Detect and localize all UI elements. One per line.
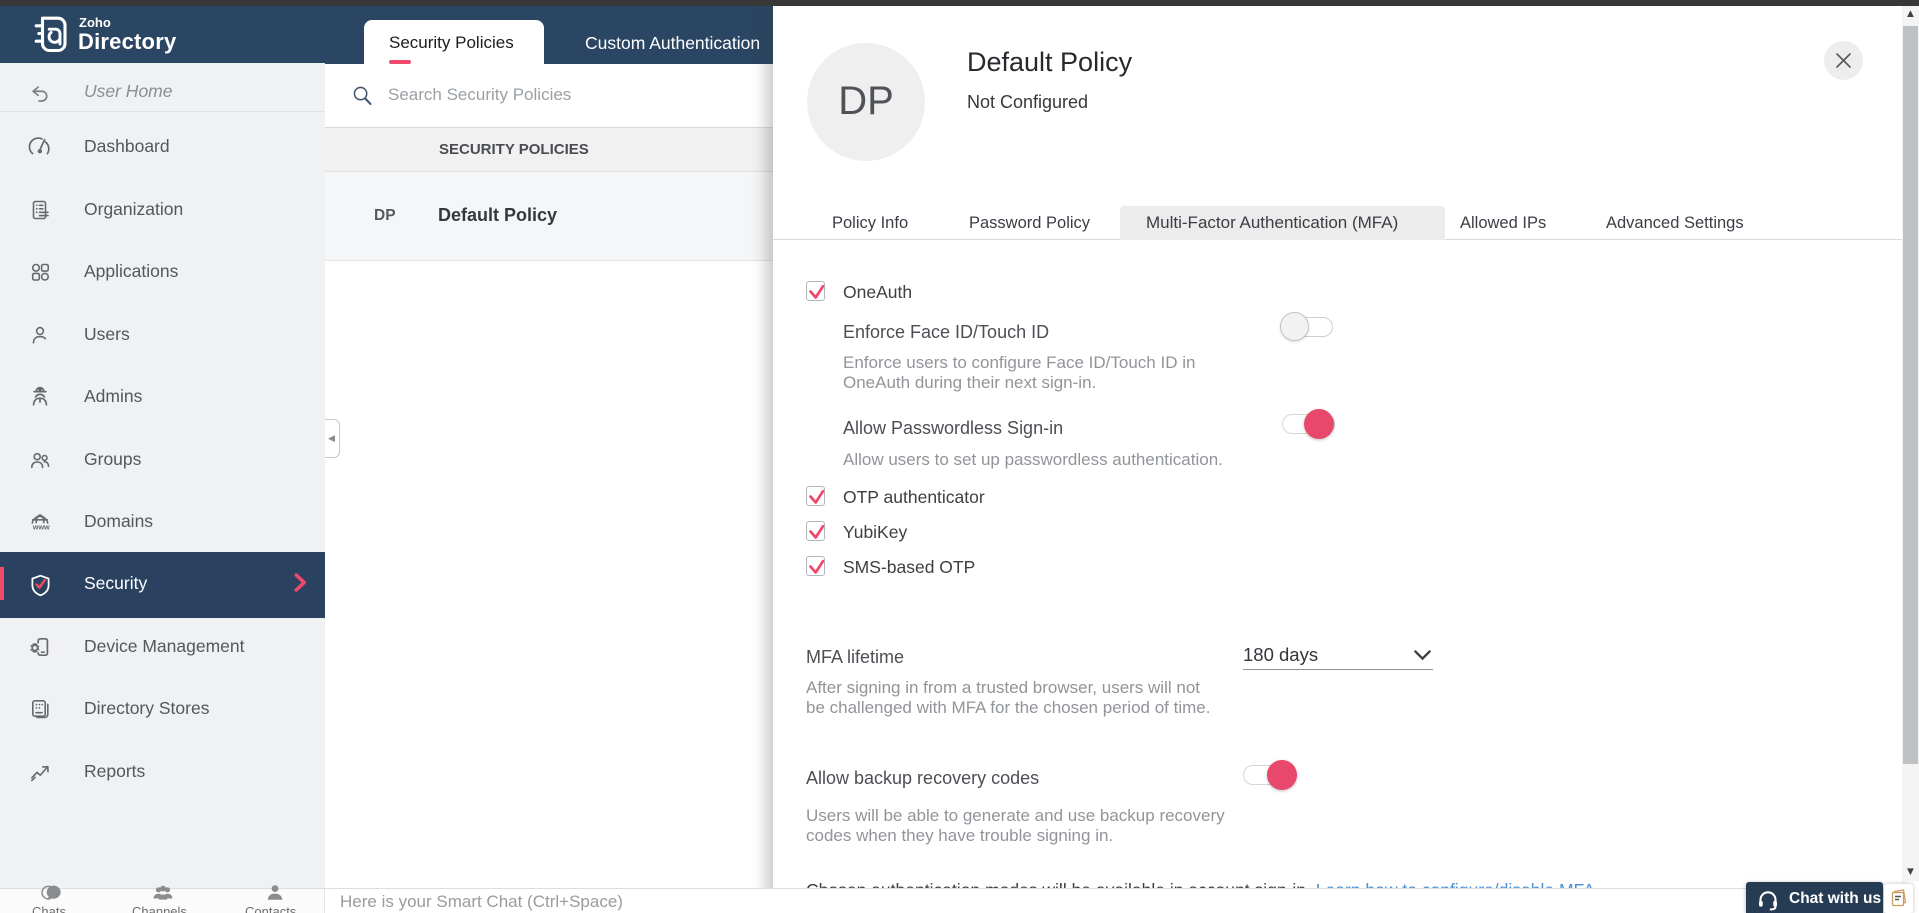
svg-text:www: www bbox=[32, 523, 50, 532]
